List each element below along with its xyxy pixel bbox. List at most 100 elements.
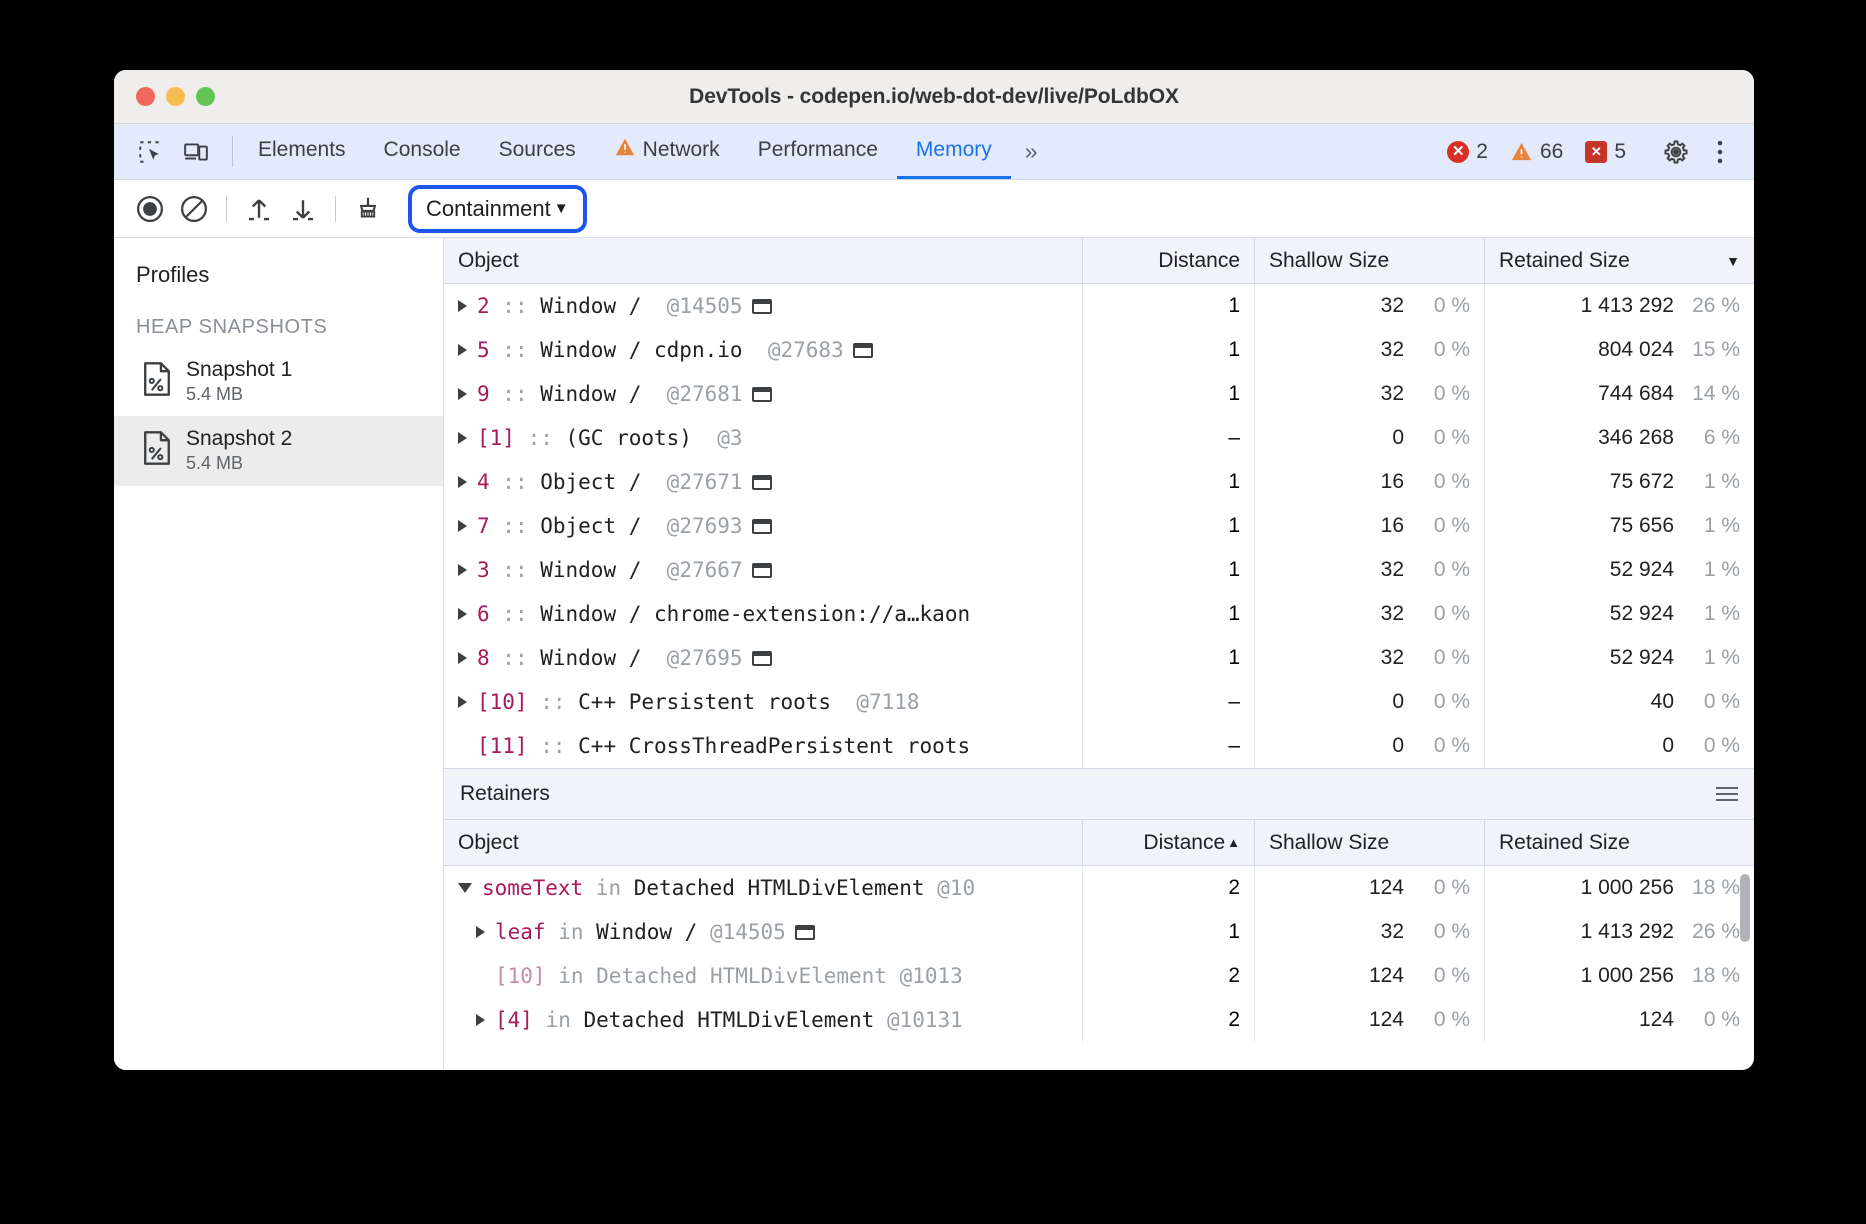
row-retained-size: 400 % [1484,680,1754,724]
table-row[interactable]: [1] :: (GC roots) @3–00 %346 2686 % [444,416,1754,460]
table-row[interactable]: [10] in Detached HTMLDivElement @1013212… [444,954,1754,998]
table-row[interactable]: [10] :: C++ Persistent roots @7118–00 %4… [444,680,1754,724]
inspect-element-icon[interactable] [130,132,170,172]
row-object-cell: 9 :: Window / @27681 [444,372,1082,416]
row-retained-size: 346 2686 % [1484,416,1754,460]
expander-closed-icon[interactable] [458,608,467,620]
retainer-object-cell: [4] in Detached HTMLDivElement @10131 [444,998,1082,1042]
row-index: [11] [477,734,528,758]
expander-closed-icon[interactable] [458,696,467,708]
retainers-column-header-shallow-size[interactable]: Shallow Size [1254,820,1484,865]
warning-triangle-icon [614,136,636,164]
maximize-window-button[interactable] [196,87,215,106]
retainer-shallow-size: 1240 % [1254,954,1484,998]
error-count-badge[interactable]: ✕ 2 [1438,140,1497,164]
expander-closed-icon[interactable] [458,300,467,312]
table-row[interactable]: leaf in Window / @145051320 %1 413 29226… [444,910,1754,954]
grid-panes: Object Distance Shallow Size Retained Si… [444,238,1754,1070]
row-distance: 1 [1082,284,1254,328]
table-row[interactable]: 9 :: Window / @276811320 %744 68414 % [444,372,1754,416]
save-profile-button[interactable] [281,187,325,231]
sidebar-item-snapshot-1[interactable]: Snapshot 1 5.4 MB [114,347,443,416]
tab-network[interactable]: Network [595,124,739,179]
minimize-window-button[interactable] [166,87,185,106]
row-shallow-size: 320 % [1254,548,1484,592]
column-header-object[interactable]: Object [444,238,1082,283]
expander-closed-icon[interactable] [458,564,467,576]
row-distance: – [1082,680,1254,724]
gear-icon[interactable] [1656,132,1696,172]
table-row[interactable]: 6 :: Window / chrome-extension://a…kaon1… [444,592,1754,636]
clear-profiles-button[interactable] [172,187,216,231]
table-row[interactable]: 2 :: Window / @145051320 %1 413 29226 % [444,284,1754,328]
retainers-scrollbar[interactable] [1740,868,1752,1070]
heap-snapshots-section-label: HEAP SNAPSHOTS [114,288,443,347]
table-row[interactable]: 4 :: Object / @276711160 %75 6721 % [444,460,1754,504]
expander-closed-icon[interactable] [458,520,467,532]
view-select[interactable]: Containment ▼ [416,194,579,224]
snapshot-1-name: Snapshot 1 [186,358,292,383]
row-object-id: @27667 [641,558,742,582]
row-object-cell: 7 :: Object / @27693 [444,504,1082,548]
device-toolbar-icon[interactable] [176,132,216,172]
close-window-button[interactable] [136,87,155,106]
row-retained-size: 52 9241 % [1484,636,1754,680]
retainer-property: [4] [495,1008,533,1032]
tab-performance[interactable]: Performance [739,124,897,179]
memory-panel-body: Profiles HEAP SNAPSHOTS Snapshot 1 5.4 M… [114,238,1754,1070]
row-shallow-size: 320 % [1254,372,1484,416]
expander-closed-icon[interactable] [458,652,467,664]
row-object-id: @27695 [641,646,742,670]
expander-open-icon[interactable] [458,883,472,893]
column-header-distance[interactable]: Distance [1082,238,1254,283]
retainer-shallow-size: 320 % [1254,910,1484,954]
row-object-id: @14505 [641,294,742,318]
more-tabs-icon[interactable]: » [1011,124,1052,179]
retainers-column-header-distance[interactable]: Distance ▲ [1082,820,1254,865]
expander-closed-icon[interactable] [458,476,467,488]
row-shallow-size: 00 % [1254,680,1484,724]
collect-garbage-icon[interactable] [346,187,390,231]
retainers-grid-header: Object Distance ▲ Shallow Size Retained … [444,820,1754,866]
retainers-scrollbar-thumb[interactable] [1740,874,1750,942]
row-index: 9 [477,382,490,406]
chevron-down-icon: ▼ [554,200,569,217]
tab-sources[interactable]: Sources [480,124,595,179]
expander-closed-icon[interactable] [476,1014,485,1026]
retainers-column-header-retained-size[interactable]: Retained Size [1484,820,1754,865]
table-row[interactable]: 3 :: Window / @276671320 %52 9241 % [444,548,1754,592]
row-object-cell: [11] :: C++ CrossThreadPersistent roots [444,724,1082,768]
table-row[interactable]: [11] :: C++ CrossThreadPersistent roots–… [444,724,1754,768]
table-row[interactable]: someText in Detached HTMLDivElement @102… [444,866,1754,910]
load-profile-button[interactable] [237,187,281,231]
row-retained-size: 52 9241 % [1484,592,1754,636]
warning-count-badge[interactable]: 66 [1501,140,1572,164]
row-index: [1] [477,426,515,450]
issue-count-badge[interactable]: ✕ 5 [1576,140,1635,164]
column-header-retained-size[interactable]: Retained Size ▼ [1484,238,1754,283]
table-row[interactable]: 5 :: Window / cdpn.io @276831320 %804 02… [444,328,1754,372]
retainers-column-header-object[interactable]: Object [444,820,1082,865]
expander-closed-icon[interactable] [458,432,467,444]
window-glyph-icon [795,925,815,940]
column-header-shallow-size[interactable]: Shallow Size [1254,238,1484,283]
table-row[interactable]: [4] in Detached HTMLDivElement @10131212… [444,998,1754,1042]
tab-memory[interactable]: Memory [897,124,1011,179]
expander-closed-icon[interactable] [458,344,467,356]
retainer-object-cell: leaf in Window / @14505 [444,910,1082,954]
table-row[interactable]: 8 :: Window / @276951320 %52 9241 % [444,636,1754,680]
row-retained-size: 804 02415 % [1484,328,1754,372]
tab-console[interactable]: Console [365,124,480,179]
record-heap-snapshot-button[interactable] [128,187,172,231]
row-object-cell: [10] :: C++ Persistent roots @7118 [444,680,1082,724]
retainers-menu-icon[interactable] [1716,787,1738,801]
sidebar-item-snapshot-2[interactable]: Snapshot 2 5.4 MB [114,416,443,485]
more-options-icon[interactable] [1700,132,1740,172]
row-distance: 1 [1082,636,1254,680]
table-row[interactable]: 7 :: Object / @276931160 %75 6561 % [444,504,1754,548]
tab-elements[interactable]: Elements [239,124,365,179]
row-object-name: Window / cdpn.io [540,338,742,362]
retainer-retained-size: 1 000 25618 % [1484,866,1754,910]
expander-closed-icon[interactable] [476,926,485,938]
expander-closed-icon[interactable] [458,388,467,400]
